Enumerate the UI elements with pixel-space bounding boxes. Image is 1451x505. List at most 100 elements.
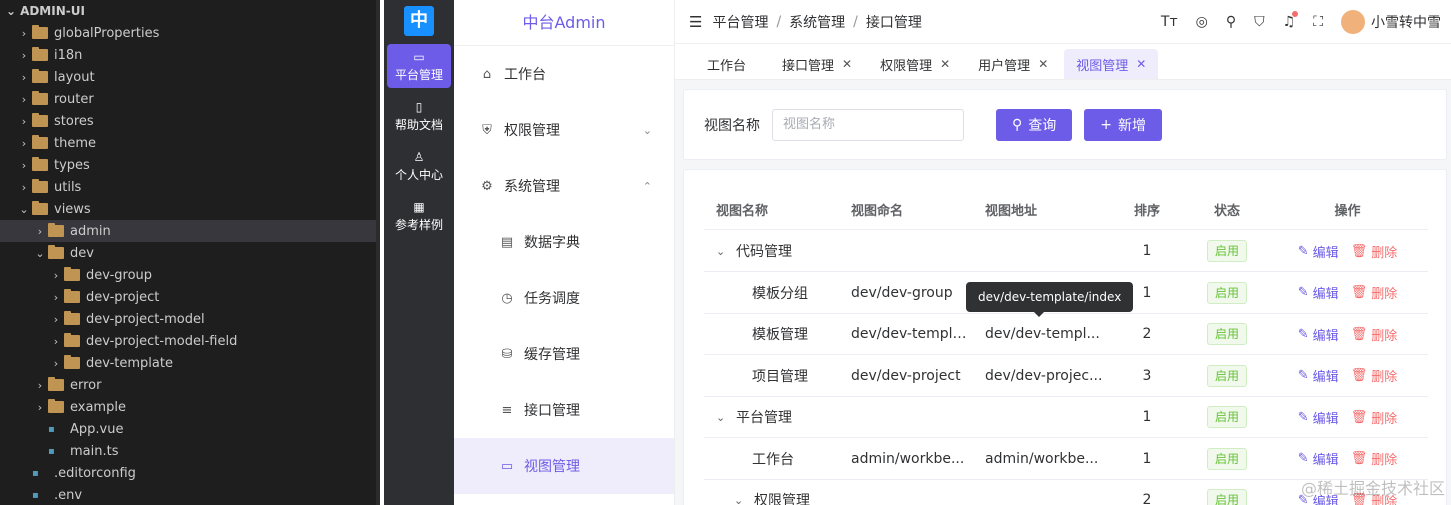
- tree-item-label: dev-project: [86, 289, 160, 305]
- tab[interactable]: 接口管理 ✕: [770, 49, 864, 79]
- tree-item[interactable]: › stores: [0, 110, 380, 132]
- tree-item[interactable]: › admin: [0, 220, 380, 242]
- status-cell: 启用: [1187, 489, 1267, 505]
- menu-item[interactable]: ▭ 视图管理: [454, 438, 674, 494]
- bell-icon[interactable]: ♫: [1283, 11, 1299, 30]
- rail-item[interactable]: ▯ 帮助文档: [387, 94, 451, 138]
- breadcrumb-item[interactable]: 系统管理: [789, 12, 845, 32]
- expand-icon[interactable]: ⌄: [716, 245, 736, 258]
- edit-button[interactable]: ✎ 编辑: [1298, 283, 1339, 302]
- chevron-right-icon: ›: [37, 224, 43, 238]
- tree-item-label: .editorconfig: [54, 465, 136, 481]
- folder-icon: [32, 25, 48, 39]
- sort-cell: 2: [1142, 326, 1152, 342]
- menu-fold-icon[interactable]: ☰: [689, 13, 702, 31]
- tree-item-label: error: [70, 377, 102, 393]
- tree-item-label: theme: [54, 135, 96, 151]
- delete-button[interactable]: 🗑 删除: [1351, 283, 1398, 302]
- font-size-icon[interactable]: Tт: [1161, 14, 1178, 30]
- folder-icon: [32, 69, 48, 83]
- tree-item[interactable]: › dev-project-model: [0, 308, 380, 330]
- breadcrumb-item: 接口管理: [865, 14, 922, 31]
- rail-item[interactable]: ▦ 参考样例: [387, 194, 451, 238]
- tree-item-label: dev-group: [86, 267, 153, 283]
- tree-item[interactable]: › example: [0, 396, 380, 418]
- tree-item[interactable]: › error: [0, 374, 380, 396]
- view-name-input[interactable]: [772, 108, 964, 141]
- tree-item[interactable]: ▪ main.ts: [0, 440, 380, 462]
- tree-item[interactable]: › router: [0, 88, 380, 110]
- menu-item[interactable]: ⛨ 权限管理 ⌄: [454, 102, 674, 158]
- tab[interactable]: 视图管理 ✕: [1064, 49, 1159, 79]
- file-tree: › globalProperties › i18n › layout › router › sto…: [0, 22, 380, 505]
- chevron-right-icon: ›: [37, 378, 43, 392]
- menu-icon: ⛨: [482, 122, 492, 138]
- breadcrumb-item[interactable]: 平台管理: [712, 12, 768, 32]
- view-name-cell: 项目管理: [752, 368, 808, 385]
- tree-item[interactable]: › globalProperties: [0, 22, 380, 44]
- tree-item[interactable]: ⌄ dev: [0, 242, 380, 264]
- tab[interactable]: 权限管理 ✕: [868, 49, 962, 79]
- close-icon[interactable]: ✕: [940, 57, 950, 71]
- tab[interactable]: 用户管理 ✕: [966, 49, 1060, 79]
- expand-icon[interactable]: ⌄: [734, 494, 754, 505]
- edit-button[interactable]: ✎ 编辑: [1298, 242, 1339, 261]
- tree-item[interactable]: › theme: [0, 132, 380, 154]
- column-header: 操作: [1334, 204, 1361, 219]
- close-icon[interactable]: ✕: [842, 57, 852, 71]
- delete-button[interactable]: 🗑 删除: [1351, 242, 1398, 261]
- menu-brand: 中台Admin: [454, 0, 674, 46]
- fullscreen-icon[interactable]: ⛶: [1313, 14, 1323, 30]
- delete-button[interactable]: 🗑 删除: [1351, 408, 1398, 427]
- view-path-cell: dev/dev-projec...: [985, 367, 1103, 384]
- tree-item[interactable]: ▪ App.vue: [0, 418, 380, 440]
- tree-item[interactable]: › i18n: [0, 44, 380, 66]
- add-button[interactable]: + 新增: [1084, 108, 1162, 141]
- user-menu[interactable]: 小雪转中雪: [1341, 10, 1441, 34]
- delete-button[interactable]: 🗑 删除: [1351, 449, 1398, 468]
- tree-item[interactable]: › dev-group: [0, 264, 380, 286]
- panel-divider[interactable]: [376, 0, 380, 505]
- folder-icon: [32, 113, 48, 127]
- menu-item[interactable]: ⚙ 系统管理 ⌃: [454, 158, 674, 214]
- menu-item[interactable]: ≡ 接口管理: [454, 382, 674, 438]
- edit-button[interactable]: ✎ 编辑: [1298, 366, 1339, 385]
- menu-item[interactable]: ◷ 任务调度: [454, 270, 674, 326]
- tree-item[interactable]: ▪ .editorconfig: [0, 462, 380, 484]
- close-icon[interactable]: ✕: [1136, 57, 1146, 71]
- tree-item-label: types: [54, 157, 90, 173]
- expand-icon[interactable]: ⌄: [716, 411, 736, 424]
- tree-item[interactable]: ⌄ views: [0, 198, 380, 220]
- tree-item-label: admin: [70, 223, 111, 239]
- folder-icon: [32, 47, 48, 61]
- menu-item[interactable]: ⌂ 工作台: [454, 46, 674, 102]
- menu-item[interactable]: ⛁ 缓存管理: [454, 326, 674, 382]
- tree-item[interactable]: › types: [0, 154, 380, 176]
- chevron-right-icon: ›: [53, 268, 59, 282]
- folder-icon: [48, 245, 64, 259]
- delete-button[interactable]: 🗑 删除: [1351, 366, 1398, 385]
- edit-button[interactable]: ✎ 编辑: [1298, 408, 1339, 427]
- globe-icon[interactable]: ◎: [1196, 14, 1208, 30]
- tree-item[interactable]: ▪ .env: [0, 484, 380, 505]
- chevron-right-icon: ›: [21, 180, 27, 194]
- tree-item[interactable]: › dev-project: [0, 286, 380, 308]
- tree-item[interactable]: › dev-project-model-field: [0, 330, 380, 352]
- theme-shirt-icon[interactable]: ⛉: [1254, 14, 1265, 30]
- query-button[interactable]: ⚲ 查询: [996, 108, 1073, 141]
- edit-button[interactable]: ✎ 编辑: [1298, 449, 1339, 468]
- close-icon[interactable]: ✕: [1038, 57, 1048, 71]
- rail-item[interactable]: ▭ 平台管理: [387, 44, 451, 88]
- chevron-down-icon[interactable]: ⌄: [6, 0, 16, 22]
- search-label: 视图名称: [704, 117, 760, 134]
- tree-item[interactable]: › dev-template: [0, 352, 380, 374]
- rail-item[interactable]: ♙ 个人中心: [387, 144, 451, 188]
- tree-item-label: .env: [54, 487, 83, 503]
- edit-button[interactable]: ✎ 编辑: [1298, 325, 1339, 344]
- tab[interactable]: 工作台: [695, 49, 766, 79]
- delete-button[interactable]: 🗑 删除: [1351, 325, 1398, 344]
- tree-item[interactable]: › layout: [0, 66, 380, 88]
- menu-item[interactable]: ▤ 数据字典: [454, 214, 674, 270]
- tree-item[interactable]: › utils: [0, 176, 380, 198]
- search-icon[interactable]: ⚲: [1226, 14, 1236, 30]
